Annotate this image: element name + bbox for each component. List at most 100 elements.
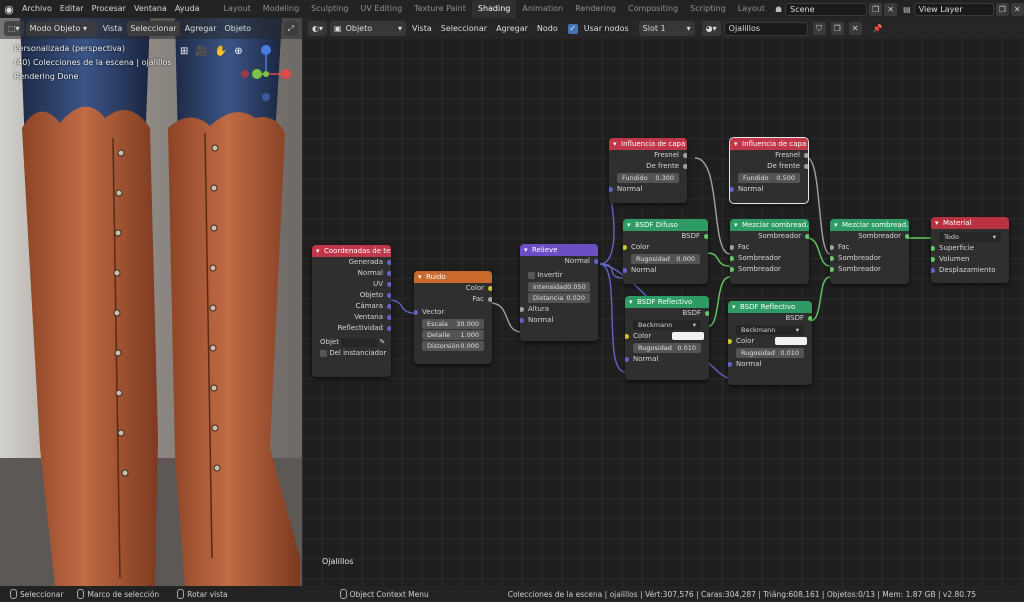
socket-superficie[interactable]: Superficie	[931, 243, 1009, 254]
camera-view-icon[interactable]: 🎥	[195, 46, 207, 57]
viewport-menu-vista[interactable]: Vista	[100, 21, 126, 36]
color-swatch[interactable]	[774, 337, 807, 345]
socket-reflectividad[interactable]: Reflectividad	[312, 323, 391, 334]
workspace-tab-uv-editing[interactable]: UV Editing	[355, 0, 409, 18]
unlink-material-icon[interactable]: ✕	[848, 22, 862, 35]
socket-bsdf[interactable]: BSDF	[728, 313, 812, 324]
workspace-tab-layout-2[interactable]: Layout	[732, 0, 771, 18]
menu-ventana[interactable]: Ventana	[130, 0, 171, 18]
field-rugosidad[interactable]: Rugosidad 0.000	[631, 254, 700, 264]
field-fundido[interactable]: Fundido 0.300	[617, 173, 679, 183]
duplicate-material-icon[interactable]: ❐	[830, 22, 844, 35]
socket-shader-a[interactable]: Sombreador	[830, 253, 909, 264]
socket-color-in[interactable]: Color	[625, 331, 709, 342]
field-escala[interactable]: Escala 30.000	[422, 319, 484, 329]
node-menu-nodo[interactable]: Nodo	[534, 21, 561, 36]
shader-node-editor[interactable]: ◐▾ ▣ Objeto ▾ Vista Seleccionar Agregar No…	[302, 18, 1024, 586]
fake-user-shield-icon[interactable]: ⛉	[812, 22, 826, 35]
socket-shader-out[interactable]: Sombreador	[730, 231, 809, 242]
menu-ayuda[interactable]: Ayuda	[171, 0, 204, 18]
socket-volumen[interactable]: Volumen	[931, 254, 1009, 265]
workspace-tab-modeling[interactable]: Modeling	[257, 0, 305, 18]
use-nodes-checkbox[interactable]: ✓	[567, 23, 578, 34]
mode-selector[interactable]: Modo Objeto ▾	[25, 21, 98, 36]
material-browse-icon[interactable]: ◕▾	[701, 21, 721, 36]
socket-color-in[interactable]: Color	[623, 242, 708, 253]
socket-desplazamiento[interactable]: Desplazamiento	[931, 265, 1009, 276]
node-bump[interactable]: Relieve Normal Invertir Intensidad0.050 …	[520, 244, 598, 341]
field-intensidad[interactable]: Intensidad 0.050	[528, 282, 590, 292]
distribution-dropdown[interactable]: Beckmann ▾	[633, 320, 701, 330]
node-noise-texture[interactable]: Ruido Color Fac Vector Escala30.000 Deta…	[414, 271, 492, 364]
delete-view-layer-icon[interactable]: ✕	[1010, 2, 1024, 16]
socket-bsdf[interactable]: BSDF	[625, 308, 709, 319]
socket-normal[interactable]: Normal	[312, 268, 391, 279]
transform-orientation-icon[interactable]: ⤢	[283, 21, 298, 36]
socket-camara[interactable]: Cámara	[312, 301, 391, 312]
socket-normal-out[interactable]: Normal	[520, 256, 598, 267]
socket-color-in[interactable]: Color	[728, 336, 812, 347]
viewport-menu-seleccionar[interactable]: Seleccionar	[127, 21, 180, 36]
socket-shader-out[interactable]: Sombreador	[830, 231, 909, 242]
socket-fresnel[interactable]: Fresnel	[609, 150, 687, 161]
color-swatch[interactable]	[671, 332, 704, 340]
menu-editar[interactable]: Editar	[56, 0, 88, 18]
node-diffuse-bsdf[interactable]: BSDF Difuso BSDF Color Rugosidad0.000 No…	[623, 219, 708, 284]
new-scene-icon[interactable]: ❐	[869, 2, 883, 16]
pin-icon[interactable]: 📌	[873, 24, 883, 33]
workspace-tab-animation[interactable]: Animation	[516, 0, 569, 18]
editor-type-icon[interactable]: ⬚▾	[4, 21, 24, 36]
material-name-field[interactable]: Ojalillos	[723, 21, 808, 36]
node-material-output[interactable]: Material Todo▾ Superficie Volumen Despla…	[931, 217, 1009, 283]
socket-ventana[interactable]: Ventana	[312, 312, 391, 323]
slot-selector[interactable]: Slot 1 ▾	[638, 21, 695, 36]
socket-de-frente[interactable]: De frente	[609, 161, 687, 172]
workspace-tab-compositing[interactable]: Compositing	[622, 0, 684, 18]
field-fundido[interactable]: Fundido 0.500	[738, 173, 800, 183]
socket-normal-in[interactable]: Normal	[520, 315, 598, 326]
field-distorsion[interactable]: Distorsión 0.000	[422, 341, 484, 351]
invert-checkbox[interactable]: Invertir	[520, 270, 598, 281]
from-instancer-checkbox[interactable]: Del instanciador	[312, 348, 391, 359]
socket-shader-a[interactable]: Sombreador	[730, 253, 809, 264]
socket-vector[interactable]: Vector	[414, 307, 492, 318]
socket-fresnel[interactable]: Fresnel	[730, 150, 808, 161]
socket-generada[interactable]: Generada	[312, 257, 391, 268]
object-field[interactable]	[341, 337, 378, 347]
toggle-grid-icon[interactable]: ⊞	[180, 46, 188, 57]
node-menu-vista[interactable]: Vista	[409, 21, 435, 36]
socket-uv[interactable]: UV	[312, 279, 391, 290]
viewport-menu-objeto[interactable]: Objeto	[222, 21, 255, 36]
workspace-tab-texture-paint[interactable]: Texture Paint	[408, 0, 472, 18]
node-layer-weight-2[interactable]: Influencia de capa Fresnel De frente Fun…	[729, 137, 809, 204]
socket-fac[interactable]: Fac	[414, 294, 492, 305]
socket-normal-in[interactable]: Normal	[625, 354, 709, 365]
node-layer-weight-1[interactable]: Influencia de capa Fresnel De frente Fun…	[609, 138, 687, 203]
viewport-menu-agregar[interactable]: Agregar	[182, 21, 220, 36]
field-detalle[interactable]: Detalle 1.000	[422, 330, 484, 340]
workspace-tab-layout[interactable]: Layout	[218, 0, 257, 18]
socket-normal-in[interactable]: Normal	[728, 359, 812, 370]
pan-hand-icon[interactable]: ✋	[215, 46, 227, 57]
socket-normal-in[interactable]: Normal	[623, 265, 708, 276]
node-editor-type-icon[interactable]: ◐▾	[308, 21, 327, 36]
socket-altura[interactable]: Altura	[520, 304, 598, 315]
node-glossy-bsdf-1[interactable]: BSDF Reflectivo BSDF Beckmann▾ Color Rug…	[625, 296, 709, 380]
socket-normal-in[interactable]: Normal	[730, 184, 808, 195]
node-menu-agregar[interactable]: Agregar	[493, 21, 531, 36]
socket-fac[interactable]: Fac	[730, 242, 809, 253]
new-view-layer-icon[interactable]: ❐	[995, 2, 1009, 16]
workspace-tab-shading[interactable]: Shading	[471, 0, 517, 18]
field-rugosidad[interactable]: Rugosidad 0.010	[736, 348, 804, 358]
node-mix-shader-1[interactable]: Mezclar sombread... Sombreador Fac Sombr…	[730, 219, 809, 284]
socket-color[interactable]: Color	[414, 283, 492, 294]
socket-normal-in[interactable]: Normal	[609, 184, 687, 195]
node-mix-shader-2[interactable]: Mezclar sombread... Sombreador Fac Sombr…	[830, 219, 909, 284]
3d-viewport[interactable]: ⬚▾ Modo Objeto ▾ Vista Seleccionar Agreg…	[0, 18, 302, 586]
workspace-tab-rendering[interactable]: Rendering	[569, 0, 622, 18]
menu-procesar[interactable]: Procesar	[88, 0, 130, 18]
node-texture-coordinate[interactable]: Coordenadas de tex... Generada Normal UV…	[312, 245, 391, 377]
socket-bsdf[interactable]: BSDF	[623, 231, 708, 242]
navigation-gizmo-icon[interactable]	[236, 42, 296, 102]
shader-type-selector[interactable]: ▣ Objeto ▾	[330, 21, 406, 36]
